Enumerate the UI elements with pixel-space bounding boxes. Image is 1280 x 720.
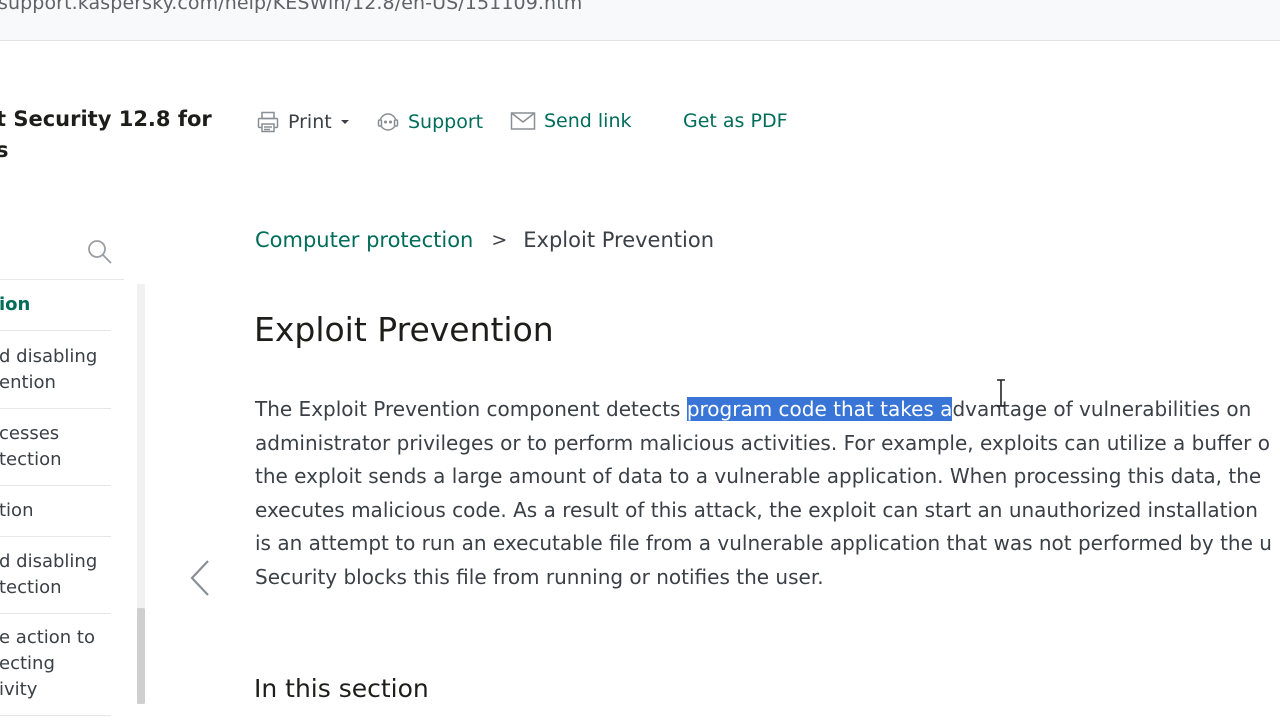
article-paragraph: The Exploit Prevention component detects… — [255, 393, 1280, 595]
sidebar-item-label: ecting — [0, 653, 55, 674]
paragraph-line: the exploit sends a large amount of data… — [255, 464, 1262, 489]
sidebar-item-label: ention — [0, 372, 56, 393]
sidebar-item-label: tection — [0, 577, 62, 598]
send-link-button[interactable]: Send link — [510, 110, 632, 132]
sidebar-item-label: cesses — [0, 423, 60, 444]
breadcrumb: Computer protection > Exploit Prevention — [255, 228, 714, 252]
mail-icon — [510, 111, 536, 131]
paragraph-text: The Exploit Prevention component detects — [255, 397, 687, 421]
breadcrumb-separator: > — [491, 229, 508, 251]
url-text[interactable]: support.kaspersky.com/help/KESWin/12.8/e… — [0, 0, 582, 14]
sidebar-item-enabling-disabling-protection[interactable]: d disabling tection — [0, 549, 111, 614]
sidebar-item-processes-protection[interactable]: cesses tection — [0, 421, 111, 486]
breadcrumb-current: Exploit Prevention — [523, 228, 715, 252]
paragraph-line: administrator privileges or to perform m… — [255, 430, 1270, 455]
send-link-label: Send link — [544, 110, 632, 132]
section-title: In this section — [254, 674, 429, 703]
support-headset-icon — [376, 110, 400, 134]
product-title-line1: t Security 12.8 for — [0, 107, 212, 131]
paragraph-line: The Exploit Prevention component detects… — [255, 393, 1280, 427]
product-title: t Security 12.8 for s — [0, 104, 212, 166]
chevron-left-icon[interactable] — [186, 558, 214, 598]
search-icon[interactable] — [86, 238, 114, 266]
sidebar-item-label: d disabling — [0, 346, 98, 367]
get-pdf-label: Get as PDF — [683, 110, 788, 132]
paragraph-line: executes malicious code. As a result of … — [255, 497, 1258, 522]
breadcrumb-computer-protection[interactable]: Computer protection — [255, 228, 473, 252]
selected-text: program code that takes a — [686, 397, 953, 421]
sidebar-nav: ion d disabling ention cesses tection ti… — [0, 280, 112, 720]
paragraph-line: is an attempt to run an executable file … — [255, 531, 1272, 556]
text-cursor-icon — [994, 378, 1008, 408]
sidebar-item-exploit-prevention[interactable]: ion — [0, 292, 111, 331]
sidebar-scrollbar-thumb[interactable] — [137, 608, 145, 704]
support-link[interactable]: Support — [376, 110, 483, 134]
address-bar[interactable]: support.kaspersky.com/help/KESWin/12.8/e… — [0, 0, 1280, 41]
sidebar-item-label: tion — [0, 500, 34, 521]
sidebar-item-section[interactable]: tion — [0, 498, 111, 537]
print-label: Print — [288, 111, 332, 133]
sidebar-item-label: e action to — [0, 627, 95, 648]
get-pdf-button[interactable]: Get as PDF — [683, 110, 788, 132]
paragraph-line: Security blocks this file from running o… — [255, 564, 824, 589]
sidebar-item-enabling-disabling[interactable]: d disabling ention — [0, 344, 111, 409]
sidebar-item-label: tection — [0, 449, 62, 470]
sidebar-item-label: ivity — [0, 679, 38, 700]
sidebar-item-label: ion — [0, 294, 31, 315]
sidebar-item-label: d disabling — [0, 551, 98, 572]
caret-down-icon — [340, 118, 350, 126]
printer-icon — [256, 110, 280, 134]
product-title-line2: s — [0, 138, 9, 162]
support-label: Support — [408, 111, 484, 133]
page-title: Exploit Prevention — [254, 310, 554, 349]
sidebar-item-action-on-detecting-activity[interactable]: e action to ecting ivity — [0, 625, 111, 716]
print-button[interactable]: Print — [256, 110, 350, 134]
